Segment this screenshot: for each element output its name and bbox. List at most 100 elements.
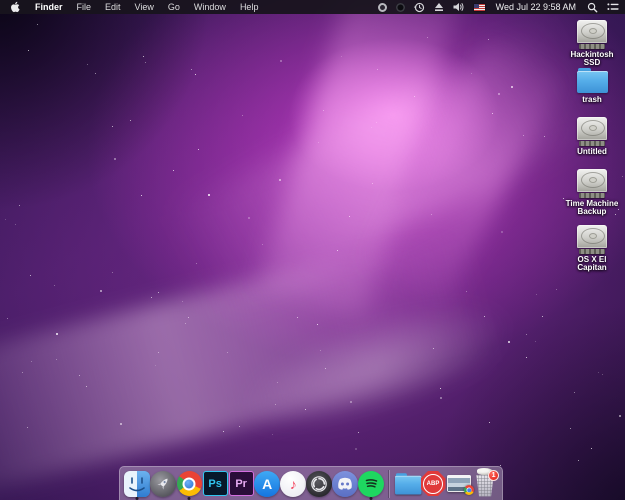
chrome-icon (177, 471, 202, 496)
dock-item-discord[interactable] (332, 468, 358, 500)
star (22, 372, 23, 373)
star (188, 317, 189, 318)
dock-item-adblock-plus[interactable]: ABP (420, 468, 446, 500)
dock-item-trash[interactable]: 1 (472, 468, 498, 500)
star (598, 372, 599, 373)
record-disc-icon[interactable] (396, 0, 405, 14)
premiere-icon: Pr (229, 471, 254, 496)
desktop-icon-label: OS X El Capitan (562, 256, 622, 272)
star (414, 96, 415, 97)
desktop-icon-os-x-el-capitan[interactable]: OS X El Capitan (562, 225, 622, 272)
dock-item-chrome[interactable] (176, 468, 202, 500)
menu-file[interactable]: File (70, 0, 99, 14)
star (341, 56, 342, 57)
desktop-icon-label: Hackintosh SSD (562, 51, 622, 67)
dock-item-app-store[interactable]: A (254, 468, 280, 500)
hard-drive-icon (576, 225, 608, 254)
eject-icon[interactable] (434, 0, 444, 14)
menu-view[interactable]: View (128, 0, 161, 14)
star (440, 388, 441, 389)
menu-finder[interactable]: Finder (28, 0, 70, 14)
dock-item-obs[interactable] (306, 468, 332, 500)
notification-center-icon[interactable] (607, 0, 619, 14)
star (355, 448, 357, 450)
star (542, 316, 543, 317)
minimized-window-thumbnail (447, 475, 471, 492)
spotlight-icon[interactable] (587, 0, 598, 14)
star (145, 62, 146, 63)
star (158, 352, 159, 353)
star (15, 224, 16, 225)
star (427, 37, 428, 38)
dock-item-finder[interactable] (124, 468, 150, 500)
star (556, 289, 557, 290)
dock-item-documents-folder[interactable] (393, 468, 420, 500)
star (466, 291, 467, 292)
apple-menu[interactable] (8, 0, 28, 14)
desktop-icon-label: trash (582, 96, 602, 104)
star (196, 263, 197, 264)
star (498, 93, 500, 95)
menu-bar-clock[interactable]: Wed Jul 22 9:58 AM (494, 2, 578, 12)
star (484, 316, 485, 317)
running-indicator (188, 497, 191, 500)
star (191, 69, 192, 70)
star (323, 110, 324, 111)
star (262, 244, 263, 245)
dock-item-spotify[interactable] (358, 468, 384, 500)
star (198, 149, 199, 150)
star (56, 333, 58, 335)
star (155, 365, 156, 366)
star (112, 272, 113, 273)
star (173, 170, 174, 171)
menu-bar: Finder File Edit View Go Window Help Wed… (0, 0, 625, 14)
dock-item-launchpad[interactable] (150, 468, 176, 500)
menu-edit[interactable]: Edit (98, 0, 128, 14)
star (28, 50, 29, 51)
star (112, 126, 113, 127)
running-indicator (370, 497, 373, 500)
star (377, 69, 378, 70)
star (523, 135, 524, 136)
desktop-icon-hackintosh-ssd[interactable]: Hackintosh SSD (562, 20, 622, 67)
star (318, 142, 319, 143)
discord-icon (332, 471, 358, 497)
star (19, 205, 20, 206)
menu-go[interactable]: Go (161, 0, 187, 14)
menu-window[interactable]: Window (187, 0, 233, 14)
star (280, 60, 282, 62)
desktop-icon-time-machine-backup[interactable]: Time Machine Backup (562, 169, 622, 216)
star (570, 428, 571, 429)
star (143, 56, 144, 57)
star (277, 382, 278, 383)
menu-help[interactable]: Help (233, 0, 266, 14)
star (272, 434, 273, 435)
running-indicator (136, 497, 139, 500)
aperture-ring-icon[interactable] (378, 0, 387, 14)
spotify-icon (358, 471, 384, 497)
folder-icon (395, 477, 418, 496)
star (325, 368, 326, 369)
star (158, 292, 159, 293)
star (248, 217, 250, 219)
launchpad-rocket-icon (150, 471, 176, 497)
star (279, 179, 281, 181)
dock-item-itunes[interactable]: ♪ (280, 468, 306, 500)
star (376, 122, 377, 123)
keyboard-flag-us-icon[interactable] (474, 0, 485, 14)
finder-icon (124, 471, 150, 497)
star (5, 219, 6, 220)
star (492, 113, 493, 114)
desktop-icon-untitled[interactable]: Untitled (562, 117, 622, 156)
star (56, 359, 57, 360)
star (95, 73, 96, 74)
volume-icon[interactable] (453, 0, 465, 14)
desktop-icon-trash-folder[interactable]: trash (562, 67, 622, 104)
time-machine-icon[interactable] (414, 0, 425, 14)
star (526, 334, 527, 335)
dock-item-photoshop[interactable]: Ps (202, 468, 228, 500)
dock-item-premiere[interactable]: Pr (228, 468, 254, 500)
star (223, 431, 224, 432)
star (511, 86, 513, 88)
dock-item-minimized-chrome-window[interactable] (446, 468, 472, 500)
